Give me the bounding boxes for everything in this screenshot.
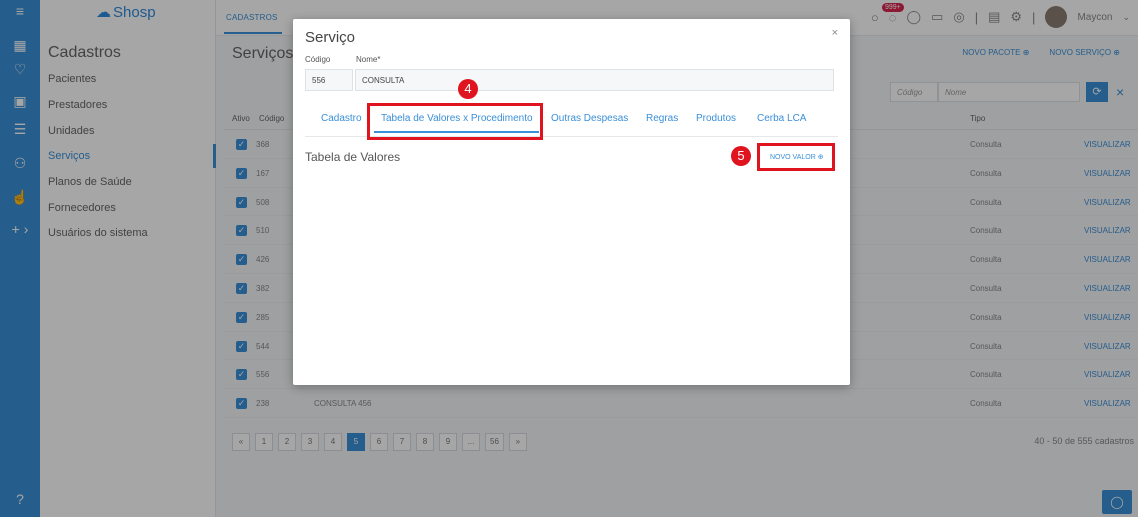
step-marker-5: 5 (731, 146, 751, 166)
code-label: Código (305, 55, 331, 64)
step-marker-4: 4 (458, 79, 478, 99)
tab-cadastro[interactable]: Cadastro (321, 113, 362, 124)
name-label: Nome* (356, 55, 381, 64)
name-field[interactable]: CONSULTA (355, 69, 834, 91)
highlight-new-value (757, 143, 835, 171)
tab-produtos[interactable]: Produtos (696, 113, 736, 124)
tab-outras-despesas[interactable]: Outras Despesas (551, 113, 628, 124)
tab-cerba-lca[interactable]: Cerba LCA (757, 113, 806, 124)
section-title: Tabela de Valores (305, 150, 401, 164)
modal-close-button[interactable]: × (832, 27, 838, 39)
tab-regras[interactable]: Regras (646, 113, 678, 124)
service-modal: Serviço × Código Nome* 556 CONSULTA Cada… (293, 19, 850, 385)
modal-title: Serviço (305, 29, 356, 46)
code-field[interactable]: 556 (305, 69, 353, 91)
highlight-tab (367, 103, 543, 140)
